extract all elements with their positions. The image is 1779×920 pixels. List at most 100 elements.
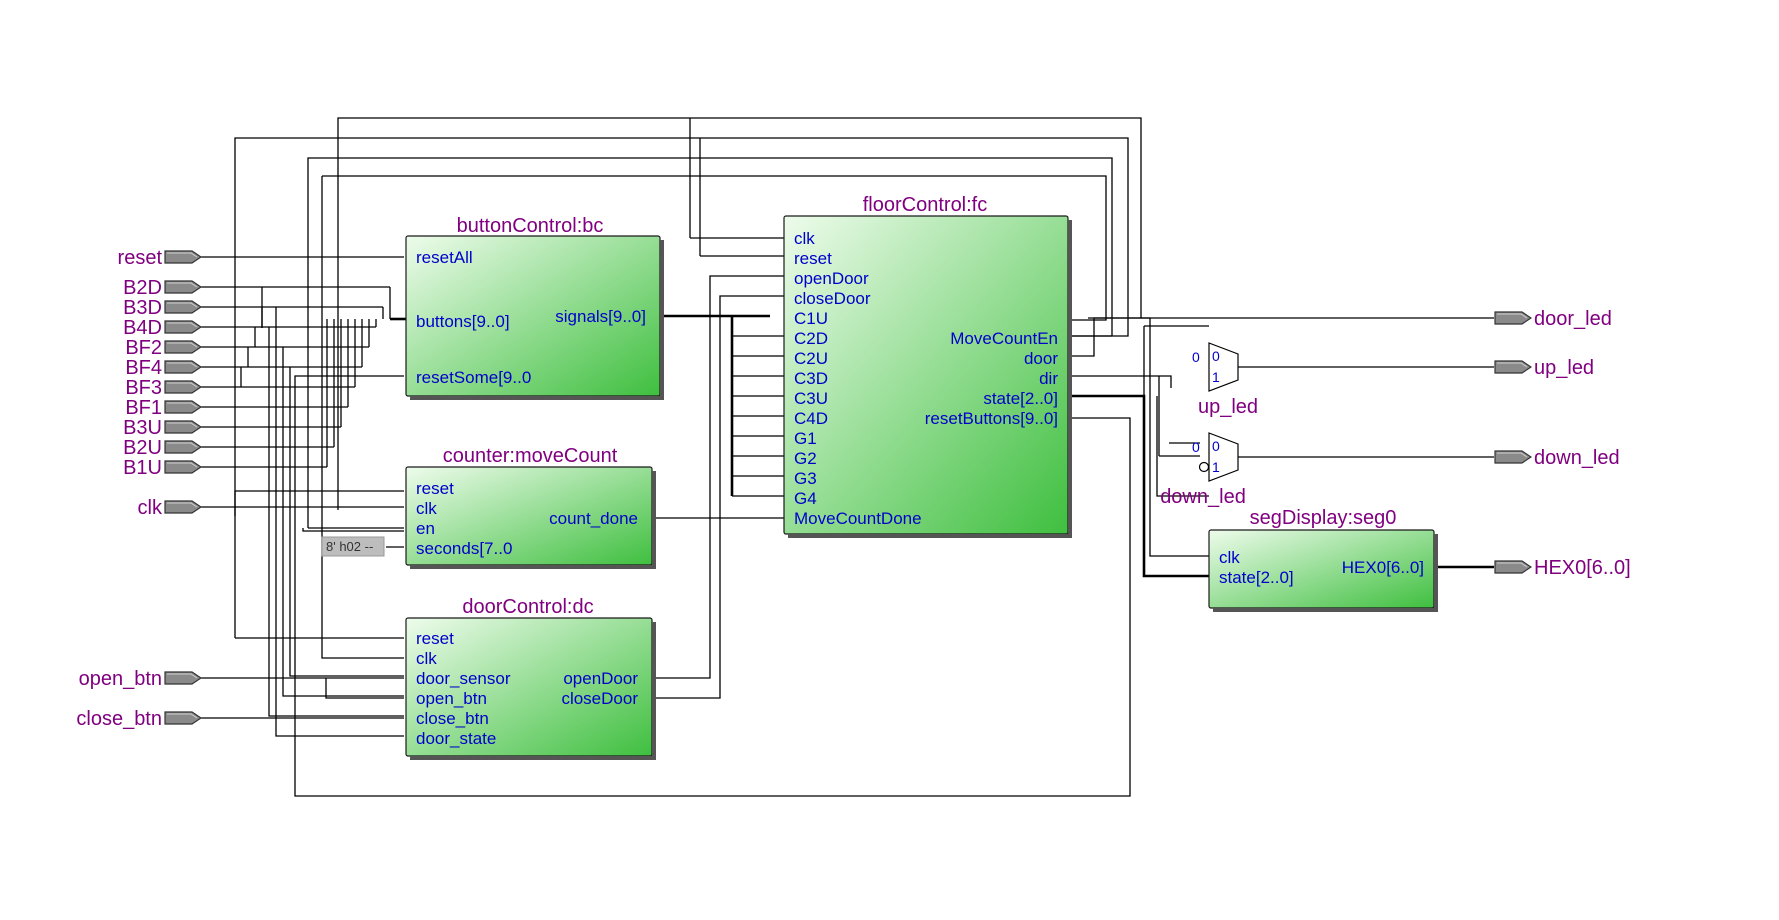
port-label: closeDoor [561, 689, 638, 708]
block-buttoncontrol[interactable]: buttonControl:bc resetAll buttons[9..0] … [405, 215, 664, 400]
port-label: state[2..0] [1219, 568, 1294, 587]
port-label: clk [1219, 548, 1240, 567]
block-shadow [1213, 608, 1438, 612]
pin-arrow-icon [165, 672, 201, 684]
port-label: close_btn [416, 709, 489, 728]
block-shadow [788, 534, 1072, 538]
port-label: clk [794, 229, 815, 248]
constant-value: 8' h02 -- [321, 536, 385, 557]
port-label: reset [416, 629, 454, 648]
input-pin-open-btn[interactable]: open_btn [79, 668, 201, 690]
input-label: BF2 [125, 337, 162, 359]
input-label: open_btn [79, 668, 162, 690]
pin-arrow-icon [1495, 561, 1531, 573]
output-pin-down-led[interactable]: down_led [1495, 447, 1620, 469]
input-pin-b3u[interactable]: B3U [123, 417, 201, 439]
port-label: resetSome[9..0 [416, 368, 531, 387]
block-segdisplay[interactable]: segDisplay:seg0 clk state[2..0] HEX0[6..… [1208, 507, 1438, 612]
mux-in1: 1 [1212, 369, 1220, 385]
mux-const: 0 [1192, 439, 1200, 455]
block-shadow [1434, 534, 1438, 612]
port-label: resetAll [416, 248, 473, 267]
port-label: door_sensor [416, 669, 511, 688]
block-shadow [660, 240, 664, 400]
output-pin-up-led[interactable]: up_led [1495, 357, 1594, 379]
port-label: clk [416, 649, 437, 668]
block-floorcontrol[interactable]: floorControl:fc clkresetopenDoorcloseDoo… [783, 194, 1072, 538]
pin-arrow-icon [1495, 312, 1531, 324]
port-label: C3U [794, 389, 828, 408]
input-pin-clk[interactable]: clk [138, 497, 201, 519]
input-label: BF3 [125, 377, 162, 399]
input-pin-bf3[interactable]: BF3 [125, 377, 201, 399]
input-pin-b2d[interactable]: B2D [123, 277, 201, 299]
pin-arrow-icon [165, 712, 201, 724]
pin-arrow-icon [165, 461, 201, 473]
port-label: buttons[9..0] [416, 312, 510, 331]
block-shadow [410, 756, 656, 760]
block-doorcontrol[interactable]: doorControl:dc reset clk door_sensor ope… [405, 596, 656, 760]
input-pins: reset B2DB3DB4DBF2BF4BF3BF1B3UB2UB1U clk op… [76, 247, 201, 730]
input-pin-reset[interactable]: reset [118, 247, 201, 269]
port-label: door [1024, 349, 1058, 368]
port-label: C2D [794, 329, 828, 348]
input-label: B2D [123, 277, 162, 299]
output-pin-hex0[interactable]: HEX0[6..0] [1495, 557, 1631, 579]
port-label: open_btn [416, 689, 487, 708]
mux-label: up_led [1198, 396, 1258, 418]
output-label: HEX0[6..0] [1534, 557, 1631, 579]
pin-arrow-icon [1495, 361, 1531, 373]
port-label: state[2..0] [983, 389, 1058, 408]
port-label: HEX0[6..0] [1342, 558, 1424, 577]
port-label: G3 [794, 469, 817, 488]
block-shadow [652, 622, 656, 760]
port-label: openDoor [794, 269, 869, 288]
port-label: resetButtons[9..0] [925, 409, 1058, 428]
pin-arrow-icon [1495, 451, 1531, 463]
pin-arrow-icon [165, 401, 201, 413]
output-label: down_led [1534, 447, 1620, 469]
input-pin-b2u[interactable]: B2U [123, 437, 201, 459]
input-label: B3D [123, 297, 162, 319]
port-label: MoveCountEn [950, 329, 1058, 348]
mux-up-led[interactable]: 0 1 0 up_led [1192, 342, 1258, 418]
pin-arrow-icon [165, 501, 201, 513]
output-pin-door-led[interactable]: door_led [1495, 308, 1612, 330]
input-pin-bf1[interactable]: BF1 [125, 397, 201, 419]
schematic-canvas: reset B2DB3DB4DBF2BF4BF3BF1B3UB2UB1U clk op… [76, 117, 1631, 797]
input-label: B4D [123, 317, 162, 339]
input-label: BF4 [125, 357, 162, 379]
input-label: clk [138, 497, 163, 519]
pin-arrow-icon [165, 341, 201, 353]
pin-arrow-icon [165, 321, 201, 333]
mux-down-led[interactable]: 0 1 0 down_led [1160, 432, 1246, 508]
input-pin-b3d[interactable]: B3D [123, 297, 201, 319]
block-title: doorControl:dc [462, 596, 593, 618]
input-pin-close-btn[interactable]: close_btn [76, 708, 201, 730]
pin-arrow-icon [165, 421, 201, 433]
output-label: up_led [1534, 357, 1594, 379]
port-label: G1 [794, 429, 817, 448]
pin-arrow-icon [165, 251, 201, 263]
input-pin-bf2[interactable]: BF2 [125, 337, 201, 359]
block-title: counter:moveCount [443, 445, 618, 467]
port-label: C2U [794, 349, 828, 368]
port-label: count_done [549, 509, 638, 528]
block-counter[interactable]: counter:moveCount reset clk en seconds[7… [405, 445, 656, 569]
input-label: reset [118, 247, 163, 269]
input-label: B2U [123, 437, 162, 459]
port-label: C3D [794, 369, 828, 388]
mux-const: 0 [1192, 349, 1200, 365]
block-title: floorControl:fc [863, 194, 988, 216]
port-label: reset [416, 479, 454, 498]
mux-in0: 0 [1212, 348, 1220, 364]
mux-in0: 0 [1212, 438, 1220, 454]
input-pin-bf4[interactable]: BF4 [125, 357, 201, 379]
port-label: closeDoor [794, 289, 871, 308]
port-label: seconds[7..0 [416, 539, 512, 558]
input-pin-b4d[interactable]: B4D [123, 317, 201, 339]
mux-in1: 1 [1212, 459, 1220, 475]
block-shadow [410, 396, 664, 400]
input-label: BF1 [125, 397, 162, 419]
input-pin-b1u[interactable]: B1U [123, 457, 201, 479]
